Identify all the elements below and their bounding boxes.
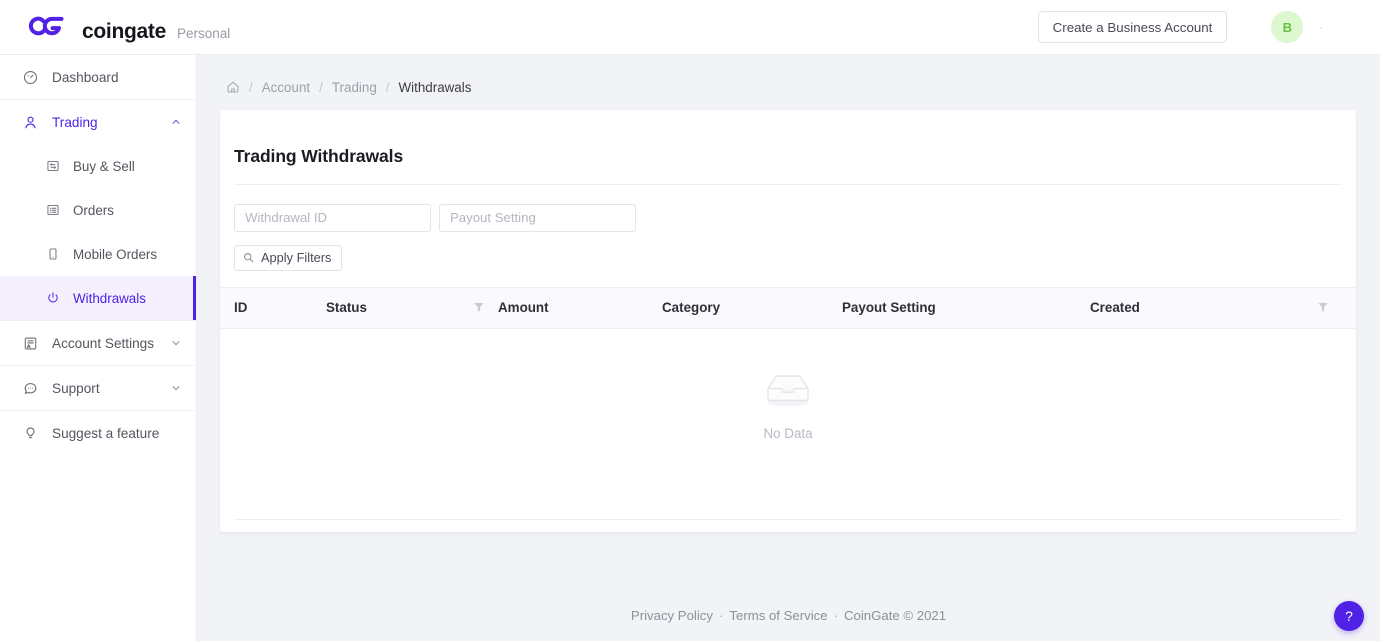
account-settings-icon: [22, 335, 39, 352]
table-column-id: ID: [234, 300, 326, 315]
empty-state-label: No Data: [763, 425, 813, 441]
power-icon: [44, 290, 61, 307]
table-column-amount: Amount: [498, 300, 662, 315]
column-label: ID: [234, 300, 248, 316]
sidebar-group-support: Support: [0, 366, 196, 411]
table-column-category: Category: [662, 300, 842, 315]
mobile-icon: [44, 246, 61, 263]
sidebar-item-label: Mobile Orders: [73, 246, 158, 262]
footer-separator: ·: [833, 607, 838, 623]
card-bottom-divider: [234, 519, 1342, 520]
coingate-cg-logo-icon: [28, 15, 72, 43]
breadcrumb-separator: /: [319, 79, 323, 95]
column-label: Amount: [498, 300, 549, 316]
sidebar-item-mobile-orders[interactable]: Mobile Orders: [0, 232, 196, 276]
sidebar-item-label: Suggest a feature: [52, 425, 160, 441]
main-content: / Account / Trading / Withdrawals Tradin…: [197, 55, 1380, 641]
table-column-payout-setting: Payout Setting: [842, 300, 1090, 315]
sidebar: Dashboard Trading Buy & Sell Orders Mobi…: [0, 55, 197, 641]
table-column-created: Created: [1090, 300, 1342, 315]
filter-funnel-icon[interactable]: [473, 301, 486, 314]
filter-funnel-icon[interactable]: [1317, 301, 1330, 314]
chevron-down-icon[interactable]: [170, 382, 182, 394]
withdrawals-card: Trading Withdrawals Apply Filters ID Sta…: [220, 110, 1356, 532]
sidebar-item-label: Withdrawals: [73, 290, 146, 306]
sidebar-item-support[interactable]: Support: [0, 366, 196, 410]
withdrawal-id-input[interactable]: [234, 203, 431, 232]
table-column-status: Status: [326, 300, 498, 315]
lightbulb-icon: [22, 425, 39, 442]
sidebar-group-account-settings: Account Settings: [0, 321, 196, 366]
privacy-policy-link[interactable]: Privacy Policy: [631, 608, 713, 623]
brand-name: coingate: [82, 20, 166, 43]
sidebar-item-label: Orders: [73, 202, 114, 218]
list-card-icon: [44, 202, 61, 219]
footer: Privacy Policy · Terms of Service · Coin…: [197, 589, 1380, 641]
help-button[interactable]: ?: [1334, 601, 1364, 631]
empty-inbox-icon: [757, 367, 819, 416]
table-empty-state: No Data: [220, 329, 1356, 479]
sidebar-item-suggest-a-feature[interactable]: Suggest a feature: [0, 411, 196, 455]
search-icon: [243, 252, 254, 263]
sidebar-group-dashboard: Dashboard: [0, 55, 196, 100]
exchange-card-icon: [44, 158, 61, 175]
chevron-down-icon[interactable]: [170, 337, 182, 349]
sidebar-item-label: Dashboard: [52, 69, 119, 85]
sidebar-item-label: Support: [52, 380, 100, 396]
sidebar-item-trading[interactable]: Trading: [0, 100, 196, 144]
apply-filters-label: Apply Filters: [261, 250, 332, 266]
sidebar-item-label: Buy & Sell: [73, 158, 135, 174]
sidebar-group-trading: Trading Buy & Sell Orders Mobile Orders …: [0, 100, 196, 321]
sidebar-item-label: Trading: [52, 114, 98, 130]
column-label: Created: [1090, 300, 1140, 316]
column-label: Category: [662, 300, 721, 316]
apply-filters-button[interactable]: Apply Filters: [234, 244, 343, 271]
brand[interactable]: coingate Personal: [0, 10, 230, 44]
create-business-account-button[interactable]: Create a Business Account: [1037, 11, 1228, 43]
brand-account-type: Personal: [176, 26, 231, 41]
payout-setting-input[interactable]: [439, 203, 636, 232]
top-header-bar: coingate Personal Create a Business Acco…: [0, 0, 1380, 55]
question-mark-icon: ?: [1345, 608, 1353, 624]
chevron-up-icon[interactable]: [170, 116, 182, 128]
sidebar-item-withdrawals[interactable]: Withdrawals: [0, 276, 196, 320]
breadcrumb-item-trading[interactable]: Trading: [332, 80, 377, 95]
breadcrumb: / Account / Trading / Withdrawals: [197, 71, 1380, 103]
dashboard-gauge-icon: [22, 69, 39, 86]
breadcrumb-item-withdrawals: Withdrawals: [398, 79, 472, 95]
chat-bubble-icon: [22, 380, 39, 397]
sidebar-item-account-settings[interactable]: Account Settings: [0, 321, 196, 365]
home-icon[interactable]: [225, 80, 240, 95]
footer-separator: ·: [718, 607, 724, 623]
avatar[interactable]: B: [1271, 11, 1304, 43]
sidebar-item-dashboard[interactable]: Dashboard: [0, 55, 196, 99]
sidebar-item-buy-and-sell[interactable]: Buy & Sell: [0, 144, 196, 188]
terms-of-service-link[interactable]: Terms of Service: [729, 608, 827, 623]
breadcrumb-separator: /: [249, 79, 253, 95]
column-label: Payout Setting: [842, 300, 936, 316]
breadcrumb-item-account[interactable]: Account: [262, 80, 310, 95]
column-label: Status: [326, 300, 367, 316]
page-title: Trading Withdrawals: [234, 145, 404, 166]
sidebar-group-suggest: Suggest a feature: [0, 411, 196, 455]
sidebar-item-orders[interactable]: Orders: [0, 188, 196, 232]
withdrawals-table: ID Status Amount Category Payout Setting…: [220, 286, 1356, 479]
user-icon: [22, 114, 39, 131]
user-name-label: -: [1319, 22, 1322, 32]
filters-row: [220, 185, 1356, 232]
breadcrumb-separator: /: [385, 79, 390, 95]
header-actions: Create a Business Account B -: [1037, 11, 1380, 43]
sidebar-item-label: Account Settings: [52, 335, 155, 351]
table-header-row: ID Status Amount Category Payout Setting…: [220, 286, 1356, 329]
copyright-label: CoinGate © 2021: [844, 607, 947, 623]
